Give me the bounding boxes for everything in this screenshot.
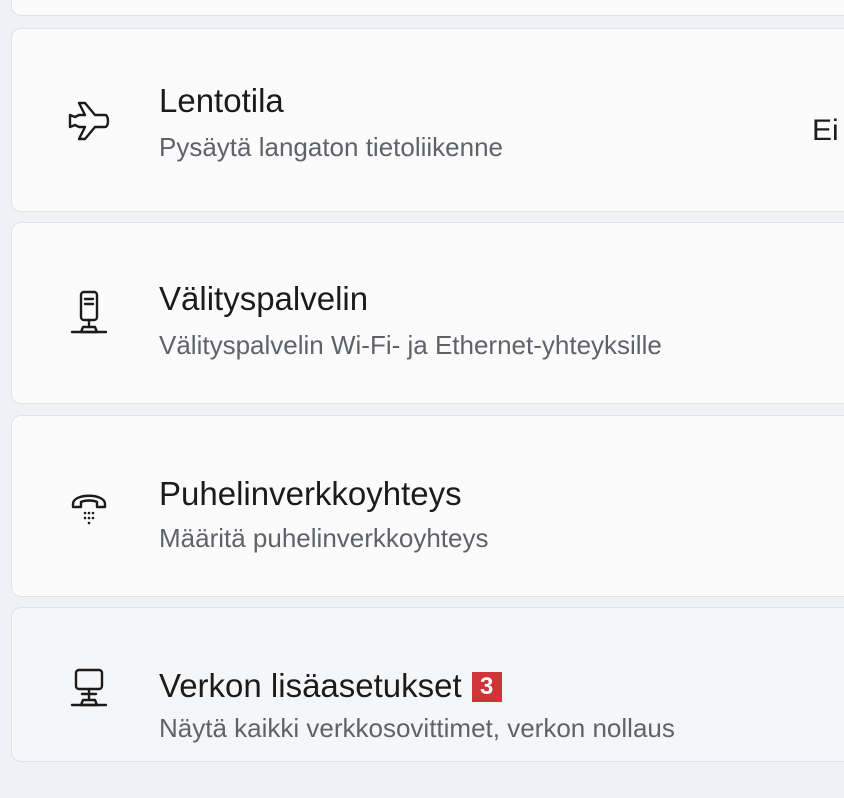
proxy-title: Välityspalvelin [159,280,369,317]
airplane-mode-status: Ei [812,114,839,147]
airplane-icon [58,90,120,152]
dial-up-subtitle: Määritä puhelinverkkoyhteys [159,523,489,553]
previous-settings-card[interactable] [11,0,844,16]
network-settings-page: Lentotila Pysäytä langaton tietoliikenne… [0,0,844,798]
advanced-network-subtitle: Näytä kaikki verkkosovittimet, verkon no… [159,713,675,743]
proxy-subtitle: Välityspalvelin Wi-Fi- ja Ethernet-yhtey… [159,330,662,360]
airplane-mode-title: Lentotila [159,82,284,119]
airplane-mode-subtitle: Pysäytä langaton tietoliikenne [159,132,504,162]
airplane-mode-card[interactable]: Lentotila Pysäytä langaton tietoliikenne… [11,28,844,212]
network-computer-icon [58,658,120,720]
dial-up-title: Puhelinverkkoyhteys [159,475,462,512]
step-number-badge: 3 [471,672,502,702]
advanced-network-title: Verkon lisäasetukset 3 [159,666,502,706]
advanced-network-settings-card[interactable]: Verkon lisäasetukset 3 Näytä kaikki verkk… [11,607,844,762]
dial-up-card[interactable]: Puhelinverkkoyhteys Määritä puhelinverkk… [11,415,844,597]
proxy-card[interactable]: Välityspalvelin Välityspalvelin Wi-Fi- j… [11,222,844,404]
dial-up-phone-icon [58,476,120,538]
advanced-network-title-text: Verkon lisäasetukset [159,667,462,704]
proxy-server-icon [58,283,120,345]
